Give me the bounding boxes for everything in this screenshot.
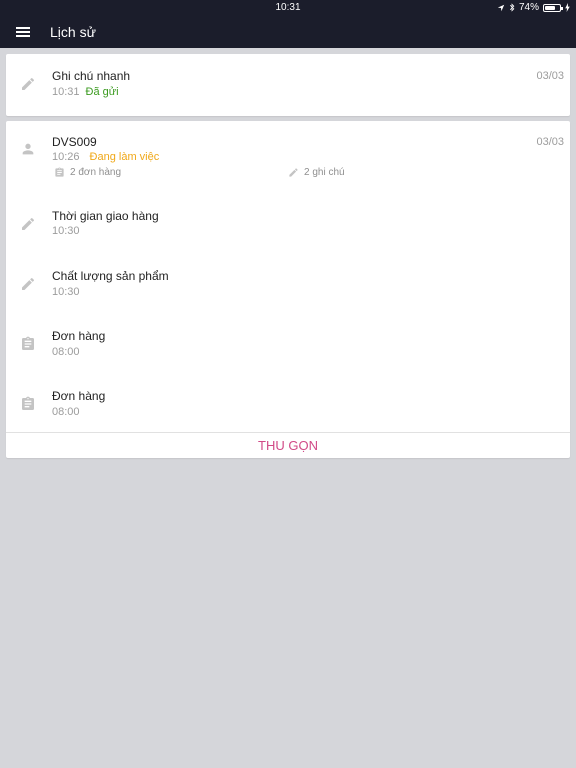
list-item-title: Đơn hàng [52, 329, 106, 343]
list-item-time: 10:30 [52, 225, 80, 237]
visit-status: Đang làm việc [89, 151, 160, 163]
page-title: Lịch sử [50, 24, 96, 40]
clipboard-icon [22, 396, 34, 410]
battery-percentage: 74% [518, 2, 539, 13]
list-item[interactable]: Thời gian giao hàng 10:30 [6, 196, 570, 256]
notes-count: 2 ghi chú [288, 167, 345, 178]
clipboard-icon [55, 167, 64, 177]
list-item-time: 08:00 [52, 406, 80, 418]
status-bar: 10:31 74% [0, 0, 576, 16]
quick-note-title: Ghi chú nhanh [52, 69, 131, 83]
notes-count-label: 2 ghi chú [304, 167, 345, 178]
list-item-time: 10:30 [52, 286, 80, 298]
person-icon [22, 143, 34, 155]
list-item[interactable]: Đơn hàng 08:00 [6, 316, 570, 376]
location-arrow-icon [497, 4, 505, 11]
visit-card: DVS009 10:26 Đang làm việc 03/03 2 đơn hà… [6, 121, 570, 458]
list-item-title: Chất lượng sản phẩm [52, 269, 169, 283]
battery-icon [543, 3, 563, 12]
pencil-icon [289, 168, 298, 177]
bluetooth-icon [509, 3, 515, 12]
list-item-title: Thời gian giao hàng [52, 209, 159, 223]
pencil-icon [22, 277, 35, 290]
list-item[interactable]: Chất lượng sản phẩm 10:30 [6, 256, 570, 316]
quick-note-card[interactable]: Ghi chú nhanh 10:31 Đã gửi 03/03 [6, 54, 570, 116]
quick-note-time: 10:31 [52, 86, 80, 98]
visit-time: 10:26 [52, 151, 80, 163]
quick-note-subtitle: 10:31 Đã gửi [52, 86, 119, 98]
app-bar: Lịch sử [0, 16, 576, 48]
visit-header[interactable]: DVS009 10:26 Đang làm việc 03/03 2 đơn hà… [6, 121, 570, 196]
clipboard-icon [22, 336, 34, 350]
list-item-time: 08:00 [52, 346, 80, 358]
quick-note-status: Đã gửi [85, 86, 119, 98]
battery-fill [545, 5, 556, 10]
list-item[interactable]: Đơn hàng 08:00 [6, 376, 570, 432]
orders-count: 2 đơn hàng [54, 167, 121, 178]
status-time: 10:31 [275, 2, 301, 13]
pencil-icon [22, 217, 35, 230]
visit-date: 03/03 [536, 136, 564, 148]
orders-count-label: 2 đơn hàng [70, 167, 122, 178]
quick-note-date: 03/03 [536, 70, 564, 82]
pencil-icon [22, 77, 35, 90]
list-item-title: Đơn hàng [52, 389, 106, 403]
status-right: 74% [497, 2, 570, 13]
visit-name: DVS009 [52, 135, 97, 149]
charging-bolt-icon [565, 3, 570, 12]
menu-icon[interactable] [16, 27, 30, 37]
visit-subtitle: 10:26 Đang làm việc [52, 151, 159, 163]
collapse-button[interactable]: THU GỌN [6, 433, 570, 458]
